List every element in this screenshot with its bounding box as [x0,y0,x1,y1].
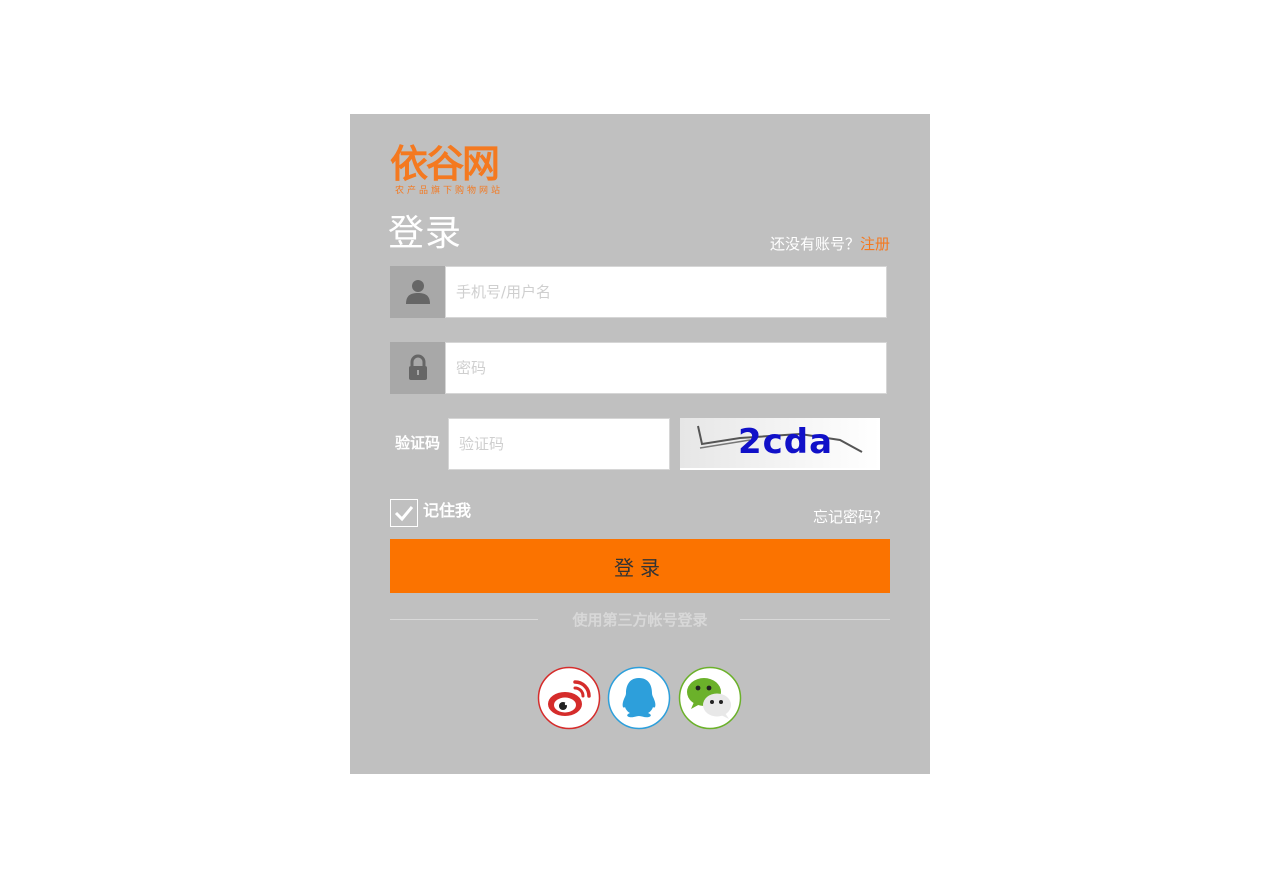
captcha-input[interactable] [448,418,670,470]
weibo-login-button[interactable] [537,666,601,730]
brand-logo[interactable]: 依谷网 农产品旗下购物网站 [390,144,540,200]
weibo-icon [537,666,601,730]
username-input[interactable] [445,266,887,318]
qq-icon [607,666,671,730]
captcha-code: 2cda [738,422,834,462]
captcha-image[interactable]: 2cda [680,418,880,470]
remember-checkbox[interactable] [390,499,418,527]
user-icon [406,280,430,304]
remember-label[interactable]: 记住我 [423,501,471,521]
login-button[interactable]: 登录 [390,539,890,593]
logo-text: 依谷网 [390,142,500,186]
wechat-login-button[interactable] [678,666,742,730]
forgot-password-link[interactable]: 忘记密码？ [813,507,888,527]
login-panel: 依谷网 农产品旗下购物网站 登录 还没有账号？注册 验证码 [350,114,930,774]
register-prompt-text: 还没有账号？ [769,235,860,253]
captcha-label: 验证码 [395,434,441,452]
wechat-icon [678,666,742,730]
page-title: 登录 [388,213,463,254]
username-icon-box [390,266,445,318]
register-prompt-line: 还没有账号？注册 [770,234,890,254]
qq-login-button[interactable] [607,666,671,730]
register-link[interactable]: 注册 [860,235,890,253]
username-row [390,266,887,318]
lock-icon [409,354,427,380]
check-icon [394,506,414,522]
password-row [390,342,887,394]
logo-subtitle: 农产品旗下购物网站 [395,186,504,196]
third-party-divider: 使用第三方帐号登录 [390,608,890,632]
password-icon-box [390,342,445,394]
third-party-label: 使用第三方帐号登录 [572,611,708,629]
password-input[interactable] [445,342,887,394]
